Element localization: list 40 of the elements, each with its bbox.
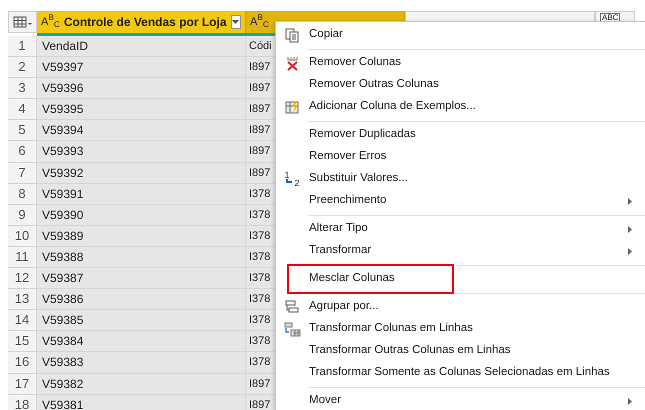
row-number: 18 (8, 394, 37, 410)
row-number: 11 (8, 246, 37, 268)
table-cell: V59381 (37, 394, 246, 410)
table-cell: V59396 (37, 78, 246, 100)
menu-item-label: Remover Erros (309, 149, 388, 164)
table-cell: V59382 (37, 374, 246, 395)
table-cell: V59395 (37, 99, 246, 120)
row-number: 4 (8, 99, 37, 120)
table-cell: V59397 (37, 57, 246, 78)
row-number: 3 (8, 78, 37, 100)
table-cell: V59383 (37, 352, 246, 374)
row-number: 14 (8, 310, 37, 332)
row-number: 2 (8, 57, 37, 78)
row-number: 16 (8, 352, 37, 374)
row-number: 10 (8, 226, 37, 247)
row-number: 13 (8, 289, 37, 310)
table-cell: V59393 (37, 141, 246, 163)
table-cell: V59388 (37, 246, 246, 268)
table-cell: V59387 (37, 268, 246, 290)
column-title: Controle de Vendas por Loja (64, 14, 227, 31)
row-number: 7 (8, 162, 37, 184)
table-cell: V59385 (37, 310, 246, 332)
table-cell: V59394 (37, 120, 246, 142)
table-cell: VendaID (37, 36, 246, 58)
table-cell: V59391 (37, 184, 246, 205)
row-number: 17 (8, 374, 37, 395)
row-number: 5 (8, 120, 37, 142)
table-cell: V59386 (37, 289, 246, 310)
menu-item-label: Remover Colunas (309, 55, 402, 70)
table-cell: V59392 (37, 162, 246, 184)
row-number: 9 (8, 204, 37, 226)
table-cell: V59389 (37, 226, 246, 247)
menu-item-label: Mover (309, 393, 342, 408)
table-cell: V59390 (37, 204, 246, 226)
row-number: 15 (8, 331, 37, 352)
row-number: 1 (8, 36, 37, 58)
row-number: 6 (8, 141, 37, 163)
row-number: 12 (8, 268, 37, 290)
table-cell: V59384 (37, 331, 246, 352)
row-number: 8 (8, 184, 37, 205)
